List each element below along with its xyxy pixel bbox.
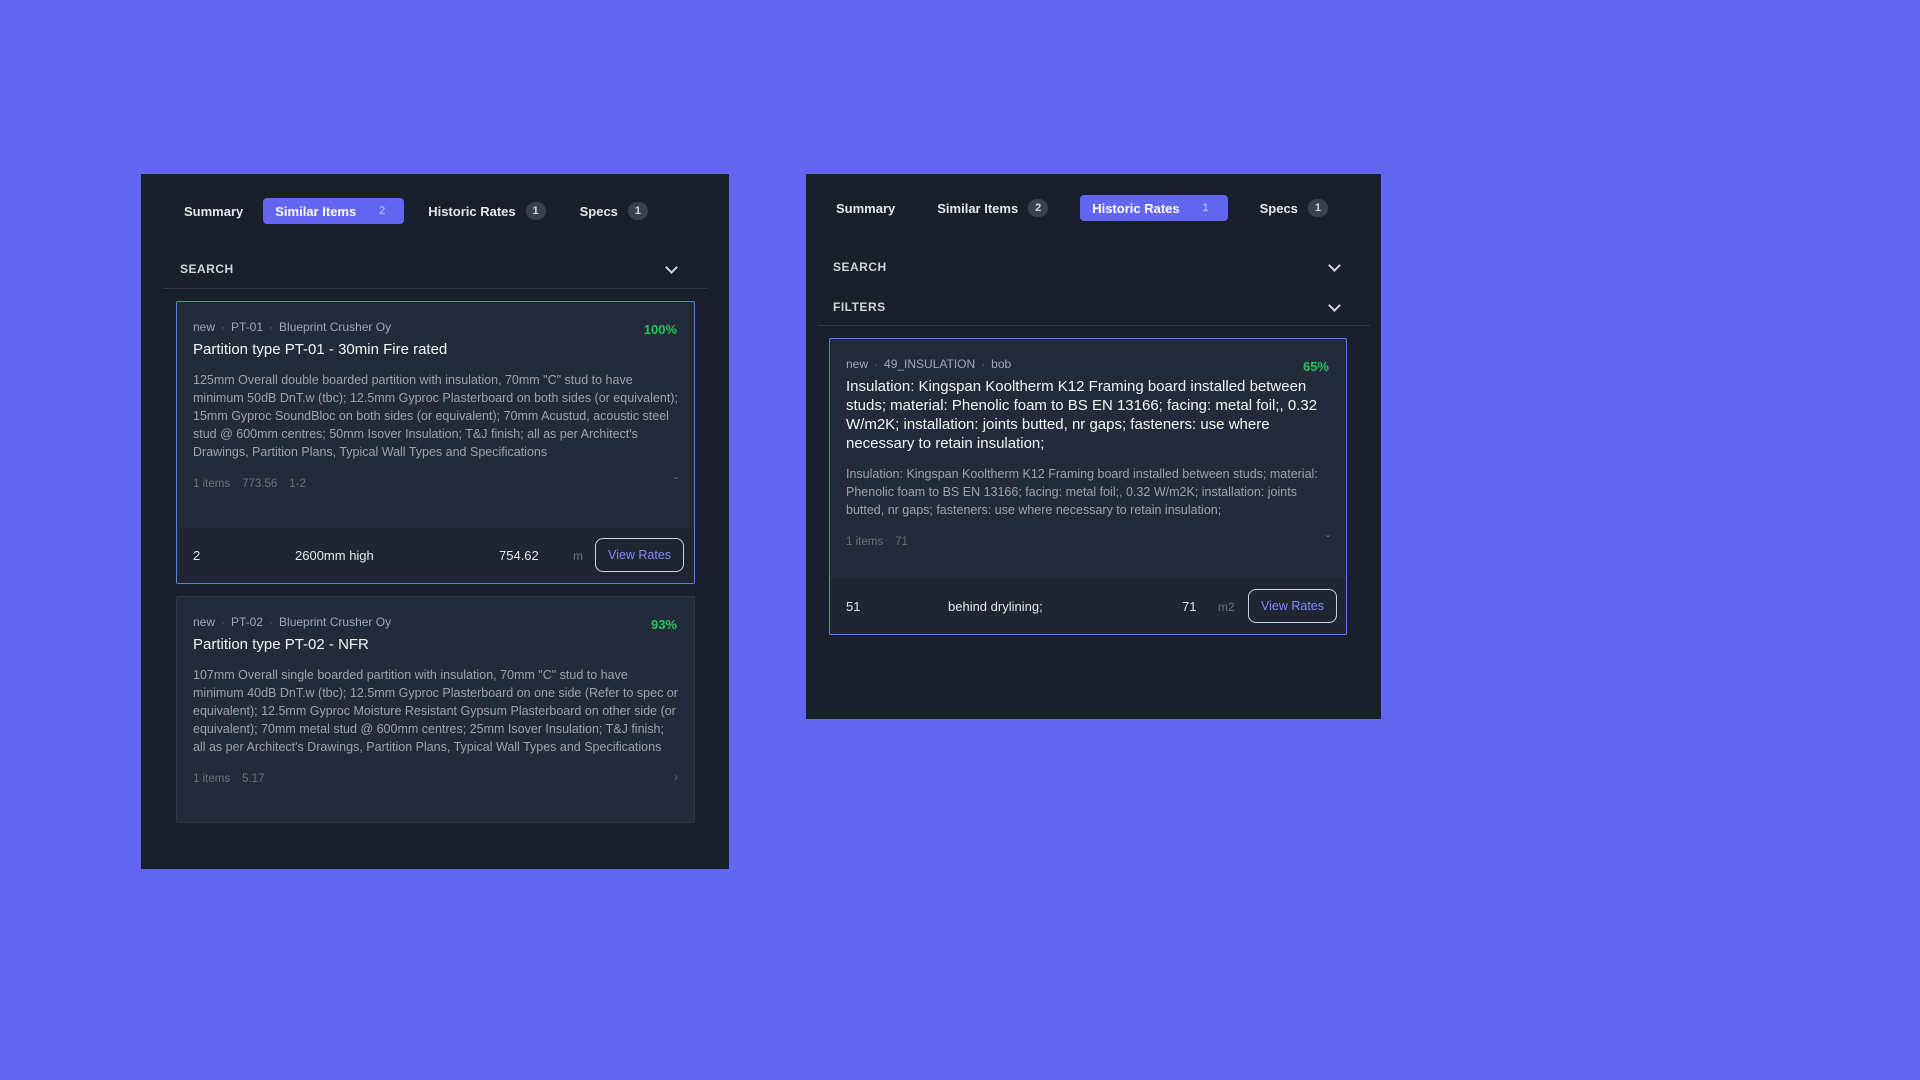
item-description: Insulation: Kingspan Kooltherm K12 Frami…: [846, 467, 1318, 517]
view-rates-button[interactable]: View Rates: [595, 538, 684, 572]
status-label: new: [193, 615, 216, 629]
separator-dot-icon: ·: [269, 320, 274, 334]
items-count: 1 items: [193, 773, 231, 785]
similar-item-card[interactable]: new · PT-01 · Blueprint Crusher Oy 100% …: [176, 301, 695, 584]
similar-items-panel: Summary Similar Items 2 Historic Rates 1…: [141, 174, 729, 869]
filters-section-label: FILTERS: [833, 300, 886, 314]
rate-quantity: 51: [846, 599, 861, 614]
rate-description: behind drylining;: [948, 599, 1043, 614]
tab-count-badge: 1: [525, 202, 546, 220]
tab-label: Historic Rates: [428, 203, 516, 219]
similar-item-card[interactable]: new · PT-02 · Blueprint Crusher Oy 93% P…: [176, 596, 695, 823]
tab-summary[interactable]: Summary: [174, 198, 253, 224]
item-amount: 773.56: [242, 478, 278, 490]
separator-dot-icon: ·: [269, 615, 274, 629]
status-label: new: [846, 357, 869, 371]
tab-summary[interactable]: Summary: [826, 195, 905, 221]
section-divider: [163, 288, 707, 289]
historic-rates-panel: Summary Similar Items 2 Historic Rates 1…: [806, 174, 1381, 719]
item-title: Partition type PT-01 - 30min Fire rated: [193, 341, 448, 358]
tab-historic-rates[interactable]: Historic Rates 1: [1080, 195, 1228, 221]
tab-historic-rates[interactable]: Historic Rates 1: [418, 198, 555, 224]
rate-row: 2 2600mm high 754.62 m View Rates: [177, 528, 694, 583]
tab-label: Similar Items: [275, 203, 357, 219]
item-code: PT-01: [231, 320, 264, 334]
tab-specs[interactable]: Specs 1: [1250, 195, 1338, 221]
rate-quantity: 2: [193, 548, 201, 563]
filters-section-toggle[interactable]: FILTERS: [833, 298, 1343, 316]
item-amount: 5.17: [242, 773, 265, 785]
separator-dot-icon: ·: [981, 357, 986, 371]
tab-count-badge: 2: [1028, 199, 1049, 217]
rate-value: 754.62: [499, 548, 539, 563]
separator-dot-icon: ·: [221, 320, 226, 334]
search-section-label: SEARCH: [833, 260, 887, 274]
tab-count-badge: 1: [627, 202, 648, 220]
item-code: PT-02: [231, 615, 264, 629]
supplier-name: Blueprint Crusher Oy: [279, 615, 392, 629]
section-divider: [818, 325, 1370, 326]
rate-unit: m: [573, 548, 583, 563]
view-rates-button[interactable]: View Rates: [1248, 589, 1337, 623]
item-title: Partition type PT-02 - NFR: [193, 636, 369, 653]
tab-count-badge: 1: [1307, 199, 1328, 217]
item-code: 49_INSULATION: [884, 357, 976, 371]
item-range: 1-2: [289, 478, 306, 490]
item-stats: 1 items 71 ˇ: [846, 533, 1330, 549]
status-label: new: [193, 320, 216, 334]
tab-label: Historic Rates: [1092, 200, 1180, 216]
tab-label: Specs: [1259, 200, 1298, 216]
search-section-toggle[interactable]: SEARCH: [180, 260, 680, 278]
items-count: 1 items: [193, 478, 231, 490]
supplier-name: bob: [991, 357, 1012, 371]
separator-dot-icon: ·: [874, 357, 879, 371]
tab-label: Similar Items: [937, 200, 1019, 216]
historic-rate-card[interactable]: new · 49_INSULATION · bob 65% Insulation…: [829, 338, 1347, 635]
match-percentage: 93%: [650, 617, 677, 632]
item-title: Insulation: Kingspan Kooltherm K12 Frami…: [846, 378, 1318, 452]
match-percentage: 100%: [643, 322, 677, 337]
item-meta: new · PT-01 · Blueprint Crusher Oy: [193, 320, 678, 334]
tab-label: Summary: [836, 200, 896, 216]
supplier-name: Blueprint Crusher Oy: [279, 320, 392, 334]
tab-label: Specs: [579, 203, 618, 219]
search-section-label: SEARCH: [180, 262, 234, 276]
rate-row: 51 behind drylining; 71 m2 View Rates: [830, 579, 1346, 634]
tab-similar-items[interactable]: Similar Items 2: [927, 195, 1058, 221]
item-description: 107mm Overall single boarded partition w…: [193, 668, 678, 754]
tab-specs[interactable]: Specs 1: [570, 198, 658, 224]
tab-bar: Summary Similar Items 2 Historic Rates 1…: [826, 195, 1338, 221]
item-description: 125mm Overall double boarded partition w…: [193, 373, 678, 459]
tab-label: Summary: [184, 203, 244, 219]
match-percentage: 65%: [1302, 359, 1329, 374]
collapse-indicator-icon: ˇ: [1326, 533, 1330, 547]
item-meta: new · PT-02 · Blueprint Crusher Oy: [193, 615, 678, 629]
rate-value: 71: [1182, 599, 1197, 614]
tab-count-badge: 2: [379, 205, 386, 217]
search-section-toggle[interactable]: SEARCH: [833, 258, 1343, 276]
expand-indicator-icon: ›: [674, 770, 678, 784]
item-stats: 1 items 773.56 1-2 ˇ: [193, 475, 678, 491]
item-stats: 1 items 5.17 ›: [193, 770, 678, 786]
collapse-indicator-icon: ˇ: [674, 475, 678, 489]
item-meta: new · 49_INSULATION · bob: [846, 357, 1330, 371]
chevron-down-icon: [665, 260, 678, 274]
chevron-down-icon: [1328, 258, 1341, 272]
item-amount: 71: [895, 536, 908, 548]
rate-description: 2600mm high: [295, 548, 374, 563]
tab-count-badge: 1: [1202, 202, 1209, 214]
separator-dot-icon: ·: [221, 615, 226, 629]
rate-unit: m2: [1218, 599, 1235, 614]
tab-bar: Summary Similar Items 2 Historic Rates 1…: [174, 198, 658, 224]
tab-similar-items[interactable]: Similar Items 2: [263, 198, 405, 224]
chevron-down-icon: [1328, 298, 1341, 312]
items-count: 1 items: [846, 536, 884, 548]
